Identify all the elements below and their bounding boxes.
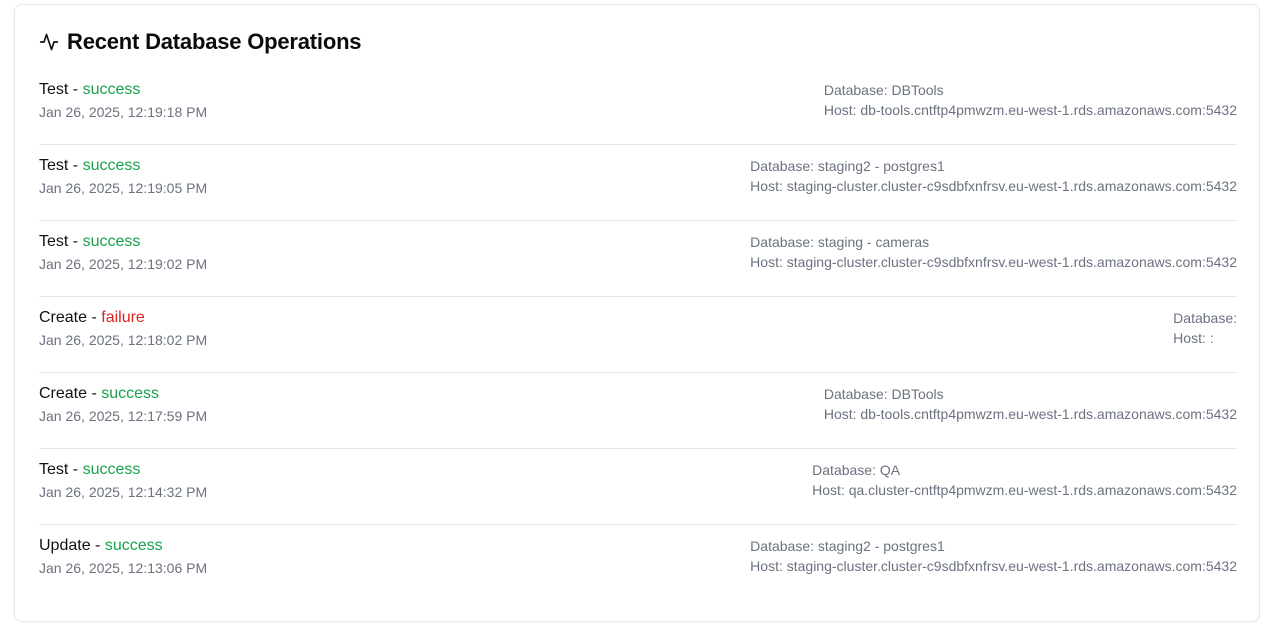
operation-row: Test - success Jan 26, 2025, 12:14:32 PM D…: [39, 449, 1237, 525]
database-name: Database: staging2 - postgres1: [750, 158, 945, 174]
status-label: failure: [101, 309, 145, 326]
operation-type: Create: [39, 385, 88, 402]
host-address: Host: staging-cluster.cluster-c9sdbfxnfr…: [750, 254, 1237, 270]
operation-timestamp: Jan 26, 2025, 12:19:05 PM: [39, 180, 208, 196]
host-address: Host: db-tools.cntftp4pmwzm.eu-west-1.rd…: [823, 102, 1237, 118]
operation-separator: -: [68, 461, 83, 478]
operation-title: Create - failure: [39, 308, 207, 328]
connection-details: Database: staging2 - postgres1 Host: stag…: [750, 156, 1237, 196]
status-label: success: [82, 233, 141, 250]
database-name: Database: DBTools: [823, 82, 944, 98]
operation-separator: -: [68, 233, 83, 250]
operation-timestamp: Jan 26, 2025, 12:14:32 PM: [39, 484, 208, 500]
connection-details: Database: staging - cameras Host: staging…: [750, 232, 1237, 272]
operation-summary: Test - success Jan 26, 2025, 12:19:05 PM: [39, 156, 207, 197]
operation-summary: Test - success Jan 26, 2025, 12:19:18 PM: [39, 80, 207, 121]
operation-row: Create - failure Jan 26, 2025, 12:18:02 P…: [39, 297, 1237, 373]
database-name: Database: DBTools: [823, 386, 944, 402]
host-address: Host: qa.cluster-cntftp4pmwzm.eu-west-1.…: [812, 482, 1237, 498]
operation-title: Test - success: [39, 460, 207, 480]
operation-separator: -: [87, 309, 102, 326]
operation-title: Create - success: [39, 384, 207, 404]
operation-timestamp: Jan 26, 2025, 12:17:59 PM: [39, 408, 208, 424]
status-label: success: [104, 537, 163, 554]
operation-type: Create: [39, 309, 88, 326]
database-name: Database: staging2 - postgres1: [750, 538, 945, 554]
operation-separator: -: [68, 81, 83, 98]
operation-summary: Update - success Jan 26, 2025, 12:13:06 P…: [39, 536, 207, 577]
operation-timestamp: Jan 26, 2025, 12:18:02 PM: [39, 332, 208, 348]
database-name: Database:: [1173, 310, 1237, 326]
operation-summary: Create - success Jan 26, 2025, 12:17:59 P…: [39, 384, 207, 425]
operation-title: Test - success: [39, 232, 207, 252]
operation-separator: -: [90, 537, 105, 554]
operation-type: Update: [39, 537, 91, 554]
connection-details: Database: Host: :: [1173, 308, 1237, 348]
database-name: Database: staging - cameras: [750, 234, 930, 250]
operation-timestamp: Jan 26, 2025, 12:13:06 PM: [39, 560, 208, 576]
operations-list: Test - success Jan 26, 2025, 12:19:18 PM D…: [39, 69, 1237, 601]
operation-title: Update - success: [39, 536, 207, 556]
operation-row: Test - success Jan 26, 2025, 12:19:02 PM D…: [39, 221, 1237, 297]
operation-row: Update - success Jan 26, 2025, 12:13:06 P…: [39, 525, 1237, 601]
operation-row: Test - success Jan 26, 2025, 12:19:18 PM D…: [39, 69, 1237, 145]
operation-separator: -: [68, 157, 83, 174]
card-header: Recent Database Operations: [39, 29, 362, 55]
operation-type: Test: [39, 81, 69, 98]
recent-operations-card: Recent Database Operations Test - succes…: [14, 4, 1260, 622]
connection-details: Database: DBTools Host: db-tools.cntftp4p…: [824, 384, 1237, 424]
status-label: success: [82, 461, 141, 478]
operation-separator: -: [87, 385, 102, 402]
operation-title: Test - success: [39, 156, 207, 176]
operation-timestamp: Jan 26, 2025, 12:19:18 PM: [39, 104, 208, 120]
host-address: Host: staging-cluster.cluster-c9sdbfxnfr…: [750, 558, 1237, 574]
connection-details: Database: staging2 - postgres1 Host: stag…: [750, 536, 1237, 576]
status-label: success: [82, 157, 141, 174]
operation-summary: Create - failure Jan 26, 2025, 12:18:02 P…: [39, 308, 207, 349]
operation-type: Test: [39, 461, 69, 478]
operation-summary: Test - success Jan 26, 2025, 12:19:02 PM: [39, 232, 207, 273]
status-label: success: [82, 81, 141, 98]
connection-details: Database: DBTools Host: db-tools.cntftp4p…: [824, 80, 1237, 120]
activity-icon: [39, 32, 59, 52]
operation-summary: Test - success Jan 26, 2025, 12:14:32 PM: [39, 460, 207, 501]
operation-type: Test: [39, 157, 69, 174]
host-address: Host: :: [1173, 330, 1214, 346]
operation-row: Test - success Jan 26, 2025, 12:19:05 PM D…: [39, 145, 1237, 221]
status-label: success: [101, 385, 160, 402]
card-title: Recent Database Operations: [67, 29, 362, 54]
operation-title: Test - success: [39, 80, 207, 100]
operation-row: Create - success Jan 26, 2025, 12:17:59 P…: [39, 373, 1237, 449]
database-name: Database: QA: [812, 462, 901, 478]
host-address: Host: staging-cluster.cluster-c9sdbfxnfr…: [750, 178, 1237, 194]
connection-details: Database: QA Host: qa.cluster-cntftp4pmwz…: [812, 460, 1237, 500]
operation-timestamp: Jan 26, 2025, 12:19:02 PM: [39, 256, 208, 272]
operation-type: Test: [39, 233, 69, 250]
host-address: Host: db-tools.cntftp4pmwzm.eu-west-1.rd…: [823, 406, 1237, 422]
